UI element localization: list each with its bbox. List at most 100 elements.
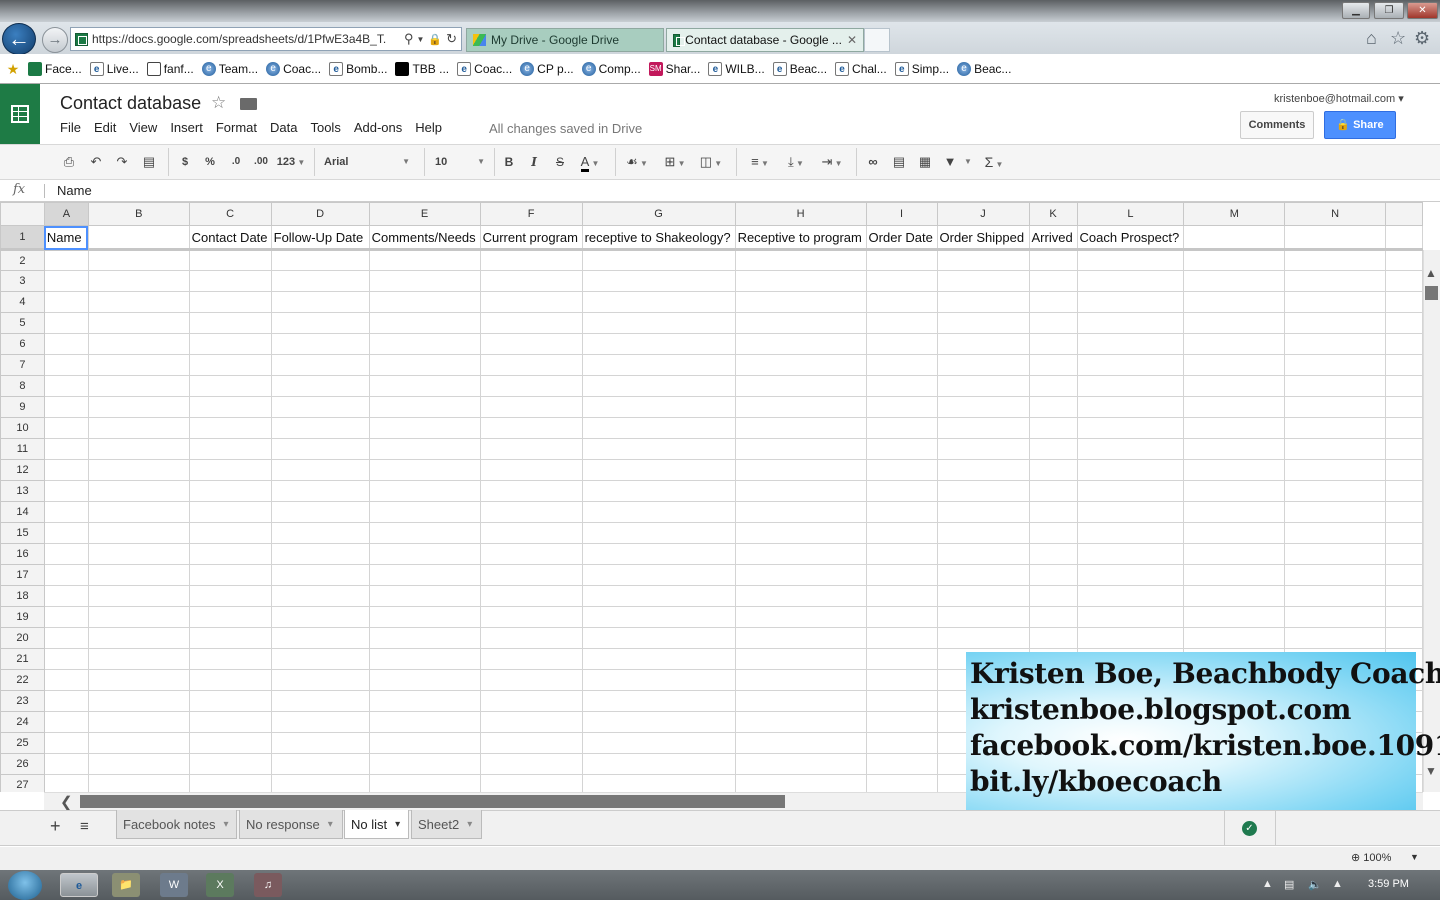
cell[interactable]: [1183, 225, 1286, 251]
cell[interactable]: [188, 732, 272, 754]
text-color-button[interactable]: A ▼: [576, 152, 604, 172]
sheet-tab[interactable]: Facebook notes ▾: [116, 810, 237, 839]
cell[interactable]: [1076, 543, 1185, 565]
cell[interactable]: [1183, 417, 1286, 439]
sheet-tab[interactable]: No response ▾: [239, 810, 343, 839]
row-header[interactable]: 14: [0, 501, 45, 523]
cell[interactable]: [368, 627, 481, 649]
cell[interactable]: [734, 354, 867, 376]
column-header[interactable]: J: [936, 202, 1030, 226]
row-header[interactable]: 25: [0, 732, 45, 754]
cell[interactable]: [1028, 501, 1078, 523]
fill-color-button[interactable]: ☙ ▼: [622, 152, 652, 172]
cell[interactable]: [368, 648, 481, 670]
cell[interactable]: [43, 270, 89, 292]
cell[interactable]: [270, 711, 370, 733]
cell[interactable]: [270, 438, 370, 460]
bold-button[interactable]: B: [502, 152, 516, 172]
chevron-down-icon[interactable]: ▾: [467, 819, 472, 830]
cell[interactable]: [865, 354, 938, 376]
cell[interactable]: [368, 606, 481, 628]
minimize-button[interactable]: ▁: [1342, 2, 1370, 19]
cell[interactable]: [368, 333, 481, 355]
cell[interactable]: [479, 690, 583, 712]
cell[interactable]: [581, 480, 736, 502]
cell[interactable]: [479, 585, 583, 607]
cell[interactable]: [1284, 333, 1386, 355]
cell[interactable]: [1384, 354, 1423, 376]
cell[interactable]: [188, 312, 272, 334]
cell[interactable]: [1183, 459, 1286, 481]
add-sheet-icon[interactable]: +: [50, 816, 61, 837]
cell[interactable]: [581, 375, 736, 397]
font-family-select[interactable]: Arial ▼: [324, 152, 410, 172]
row-header[interactable]: 20: [0, 627, 45, 649]
favorite-link[interactable]: TBB ...: [395, 61, 449, 76]
cell[interactable]: Arrived: [1028, 225, 1078, 251]
cell[interactable]: [1284, 312, 1386, 334]
taskbar-excel-icon[interactable]: X: [206, 873, 234, 897]
cell[interactable]: [188, 627, 272, 649]
cell[interactable]: [1183, 543, 1286, 565]
cell[interactable]: [368, 543, 481, 565]
cell[interactable]: [188, 501, 272, 523]
cell[interactable]: [270, 543, 370, 565]
cell[interactable]: [479, 522, 583, 544]
cell[interactable]: [734, 543, 867, 565]
cell[interactable]: [1183, 438, 1286, 460]
cell[interactable]: [1028, 291, 1078, 313]
column-header[interactable]: B: [87, 202, 190, 226]
cell[interactable]: [1076, 375, 1185, 397]
scroll-down-icon[interactable]: ▼: [1425, 764, 1437, 778]
favorite-link[interactable]: e Comp...: [581, 61, 641, 76]
cell[interactable]: [368, 375, 481, 397]
cell[interactable]: [188, 711, 272, 733]
decrease-decimal-button[interactable]: .0: [227, 152, 245, 172]
cell[interactable]: [188, 438, 272, 460]
cell[interactable]: [1384, 627, 1423, 649]
row-header[interactable]: 1: [0, 225, 45, 251]
cell[interactable]: [188, 669, 272, 691]
cell[interactable]: [270, 375, 370, 397]
favorite-link[interactable]: e Coac...: [266, 61, 321, 76]
cell[interactable]: [87, 225, 190, 251]
cell[interactable]: [936, 585, 1030, 607]
cell[interactable]: [270, 648, 370, 670]
cell[interactable]: [1183, 312, 1286, 334]
cell[interactable]: [936, 249, 1030, 271]
cell[interactable]: [270, 249, 370, 271]
cell[interactable]: [1028, 606, 1078, 628]
cell[interactable]: [479, 438, 583, 460]
cell[interactable]: [87, 396, 190, 418]
column-header[interactable]: M: [1183, 202, 1286, 226]
cell[interactable]: [865, 501, 938, 523]
column-header[interactable]: A: [43, 202, 89, 226]
cell[interactable]: [865, 291, 938, 313]
insert-chart-icon[interactable]: ▦: [915, 152, 935, 172]
cell[interactable]: [188, 417, 272, 439]
vertical-scrollbar[interactable]: [1423, 250, 1440, 792]
cell[interactable]: [734, 249, 867, 271]
cell[interactable]: [479, 249, 583, 271]
dropdown-caret-icon[interactable]: ▼: [416, 35, 424, 44]
functions-button[interactable]: Σ ▼: [980, 152, 1008, 172]
cell[interactable]: [1076, 438, 1185, 460]
cell[interactable]: [1384, 417, 1423, 439]
sheet-tab[interactable]: No list ▾: [344, 810, 409, 839]
cell[interactable]: [270, 354, 370, 376]
cell[interactable]: [43, 606, 89, 628]
chevron-down-icon[interactable]: ▼: [963, 152, 973, 172]
column-header[interactable]: F: [479, 202, 583, 226]
cell[interactable]: [1183, 522, 1286, 544]
cell[interactable]: [581, 627, 736, 649]
strikethrough-button[interactable]: S: [553, 152, 567, 172]
cell[interactable]: [368, 774, 481, 792]
cell[interactable]: [87, 564, 190, 586]
cell[interactable]: [734, 669, 867, 691]
chevron-down-icon[interactable]: ▾: [395, 819, 400, 830]
cell[interactable]: [865, 375, 938, 397]
cell[interactable]: [936, 270, 1030, 292]
cell[interactable]: [936, 312, 1030, 334]
cell[interactable]: [188, 459, 272, 481]
cell[interactable]: [1076, 501, 1185, 523]
